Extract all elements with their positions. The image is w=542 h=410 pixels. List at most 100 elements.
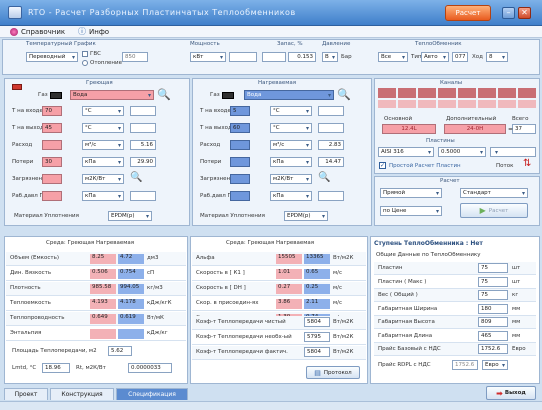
- hot-seal-value: EPDM(p): [111, 213, 135, 219]
- close-button[interactable]: ✕: [518, 7, 531, 19]
- pass-cell[interactable]: [498, 100, 516, 108]
- tab-construction[interactable]: Конструкция: [50, 388, 114, 400]
- plate-extra-select[interactable]: [490, 147, 536, 157]
- unit-select[interactable]: м³/с: [82, 140, 124, 150]
- unit-select[interactable]: кПа: [82, 157, 124, 167]
- channel-pass-strip[interactable]: [378, 88, 536, 98]
- pass-cell[interactable]: [418, 100, 436, 108]
- medium-input[interactable]: 5: [230, 106, 250, 116]
- exchanger-filter-select[interactable]: Все: [378, 52, 408, 62]
- pass-cell[interactable]: [378, 88, 396, 98]
- type-select[interactable]: Авто: [421, 52, 449, 62]
- pass-cell[interactable]: [418, 88, 436, 98]
- cold-gas-toggle-icon[interactable]: [222, 92, 234, 99]
- fouling-search-icon[interactable]: 🔍: [130, 172, 142, 183]
- temp-graph-select[interactable]: Переводный: [26, 52, 78, 62]
- unit-select[interactable]: м³/с: [270, 140, 312, 150]
- extra-channel-label: Дополнительный: [446, 116, 497, 122]
- temp-graph-num-field[interactable]: 850: [122, 52, 148, 62]
- rrpl-currency-select[interactable]: Евро: [482, 360, 508, 370]
- dhw-checkbox[interactable]: [82, 51, 88, 57]
- medium-input[interactable]: [42, 191, 62, 201]
- calc-by-select[interactable]: по Цене: [380, 206, 442, 216]
- unit-select[interactable]: кПа: [270, 191, 312, 201]
- gas-toggle-icon[interactable]: [50, 92, 62, 99]
- exit-button[interactable]: ➡ Выход: [486, 386, 536, 400]
- medium-input[interactable]: [230, 140, 250, 150]
- unit-select[interactable]: °С: [82, 106, 124, 116]
- main-channel-field[interactable]: 12.4L: [382, 124, 436, 134]
- medium-input[interactable]: 45: [42, 123, 62, 133]
- hot-seal-select[interactable]: EPDM(p): [108, 211, 152, 221]
- property-label: Плотность: [10, 285, 41, 291]
- stage-label: Габаритная Высота: [378, 319, 435, 325]
- medium-input[interactable]: [42, 174, 62, 184]
- run-calc-button[interactable]: ▶ Расчет: [460, 203, 528, 218]
- hot-medium-search-icon[interactable]: 🔍: [157, 89, 171, 101]
- calculate-promo-button[interactable]: Расчет: [445, 5, 491, 21]
- unit-select[interactable]: м2К/Вт: [82, 174, 124, 184]
- medium-input[interactable]: 60: [230, 123, 250, 133]
- unit-select[interactable]: °С: [270, 106, 312, 116]
- pass-cell[interactable]: [398, 88, 416, 98]
- hot-value: 0.27: [276, 284, 302, 294]
- pass-cell[interactable]: [478, 100, 496, 108]
- extra-channel-field[interactable]: 24-0H: [444, 124, 506, 134]
- menu-info[interactable]: ⓘ Инфо: [78, 27, 109, 37]
- pass-cell[interactable]: [398, 100, 416, 108]
- channel-pass-strip-2[interactable]: [378, 100, 536, 108]
- pass-cell[interactable]: [458, 88, 476, 98]
- pass-cell[interactable]: [498, 88, 516, 98]
- reserve-aux-field[interactable]: [262, 52, 286, 62]
- heating-radio[interactable]: [82, 60, 88, 66]
- flow-direction-icon[interactable]: ⇅: [523, 159, 531, 169]
- tab-project[interactable]: Проект: [4, 388, 48, 400]
- unit-value: м2К/Вт: [85, 176, 106, 182]
- report-button[interactable]: ▤ Протокол: [306, 366, 360, 379]
- medium-input[interactable]: [230, 174, 250, 184]
- power-unit-select[interactable]: кВт: [190, 52, 226, 62]
- unit-select[interactable]: кПа: [82, 191, 124, 201]
- plate-material-select[interactable]: AISI 316: [378, 147, 434, 157]
- power-field[interactable]: [229, 52, 257, 62]
- unit-select[interactable]: м2К/Вт: [270, 174, 312, 184]
- medium-input[interactable]: [230, 157, 250, 167]
- reserve-field[interactable]: 0.153: [288, 52, 316, 62]
- hot-value: 4.193: [90, 299, 116, 309]
- medium-input[interactable]: [230, 191, 250, 201]
- calc-standard-select[interactable]: Стандарт: [460, 188, 528, 198]
- cold-medium-search-icon[interactable]: 🔍: [337, 89, 351, 101]
- cold-medium-select[interactable]: Вода: [244, 90, 334, 100]
- pass-cell[interactable]: [438, 88, 456, 98]
- pass-cell[interactable]: [378, 100, 396, 108]
- fouling-search-icon[interactable]: 🔍: [318, 172, 330, 183]
- pass-cell[interactable]: [518, 100, 536, 108]
- unit-select[interactable]: °С: [270, 123, 312, 133]
- plate-thickness-select[interactable]: 0.5000: [438, 147, 486, 157]
- medium-input[interactable]: 30: [42, 157, 62, 167]
- dhw-label: ГВС: [90, 51, 101, 57]
- minimize-button[interactable]: –: [502, 7, 515, 19]
- property-row: Плотность 985.58 994.05 кг/м3: [6, 282, 186, 296]
- total-channel-field[interactable]: 37: [512, 124, 536, 134]
- pressure-select[interactable]: В: [322, 52, 338, 62]
- hot-medium-select[interactable]: Вода: [70, 90, 154, 100]
- simple-calc-checkbox[interactable]: ✓: [379, 162, 386, 169]
- cold-title: Нагреваемая: [258, 80, 297, 86]
- calc-mode-select[interactable]: Прямой: [380, 188, 442, 198]
- type-num-field[interactable]: 077: [452, 52, 468, 62]
- pass-cell[interactable]: [458, 100, 476, 108]
- tab-specification[interactable]: Спецификация: [116, 388, 188, 400]
- medium-row-label: Т на входе: [12, 108, 43, 114]
- pass-cell[interactable]: [438, 100, 456, 108]
- medium-input[interactable]: [42, 140, 62, 150]
- stroke-select[interactable]: 8: [486, 52, 508, 62]
- menu-reference[interactable]: Справочник: [10, 27, 65, 37]
- pass-cell[interactable]: [518, 88, 536, 98]
- cold-seal-select[interactable]: EPDM(p): [284, 211, 328, 221]
- unit-select[interactable]: °С: [82, 123, 124, 133]
- medium-result: [130, 123, 156, 133]
- medium-input[interactable]: 70: [42, 106, 62, 116]
- unit-select[interactable]: кПа: [270, 157, 312, 167]
- pass-cell[interactable]: [478, 88, 496, 98]
